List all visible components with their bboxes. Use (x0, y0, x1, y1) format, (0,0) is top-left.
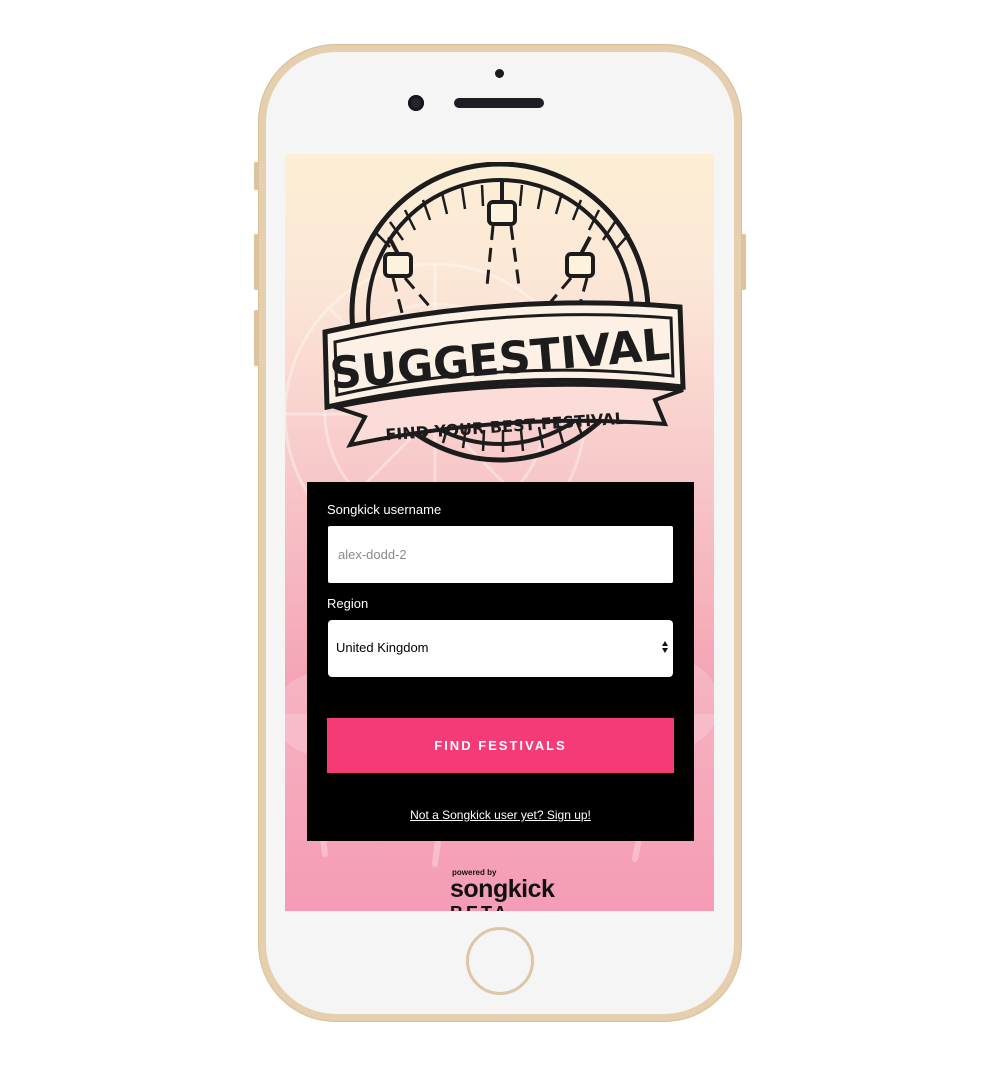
front-camera-icon (408, 95, 424, 111)
username-input[interactable] (328, 526, 673, 583)
username-label: Songkick username (327, 502, 442, 517)
mute-switch (254, 162, 259, 190)
login-form-card: Songkick username Region United Kingdom … (307, 482, 694, 841)
home-button[interactable] (466, 927, 534, 995)
suggestival-logo: SUGGESTIVAL FIND YOUR BEST FESTIVAL (322, 162, 686, 463)
app-screen: SUGGESTIVAL FIND YOUR BEST FESTIVAL Song… (285, 154, 714, 911)
power-button (741, 234, 746, 290)
songkick-logo[interactable]: songkick (450, 875, 555, 904)
region-selected-value: United Kingdom (336, 640, 429, 655)
beta-badge: BETA (450, 903, 510, 911)
device-mockup: SUGGESTIVAL FIND YOUR BEST FESTIVAL Song… (0, 0, 1000, 1065)
updown-arrows-icon (662, 641, 668, 653)
region-select[interactable]: United Kingdom (328, 620, 673, 677)
proximity-sensor (495, 69, 504, 78)
volume-down-button (254, 310, 259, 366)
signup-link[interactable]: Not a Songkick user yet? Sign up! (307, 808, 694, 822)
earpiece-speaker (454, 98, 544, 108)
find-festivals-button[interactable]: FIND FESTIVALS (327, 718, 674, 773)
region-label: Region (327, 596, 369, 611)
volume-up-button (254, 234, 259, 290)
